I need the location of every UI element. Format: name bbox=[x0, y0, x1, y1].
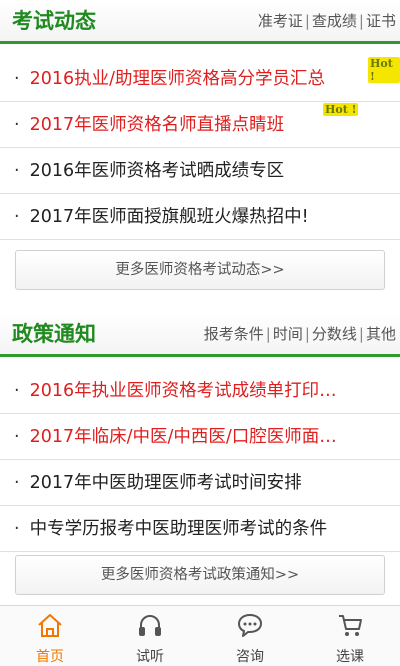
policy-item-1[interactable]: · 2016年执业医师资格考试成绩单打印… bbox=[0, 368, 400, 414]
policy-item-3[interactable]: · 2017年中医助理医师考试时间安排 bbox=[0, 460, 400, 506]
news-item-text: 2016年医师资格考试晒成绩专区 bbox=[29, 161, 285, 181]
tab-audition-label: 试听 bbox=[136, 649, 164, 665]
exam-news-item-1[interactable]: · 2016执业/助理医师资格高分学员汇总 bbox=[0, 56, 400, 102]
exam-news-links: 准考证 | 查成绩 | 证书 bbox=[257, 12, 396, 30]
news-item-text: 2017年医师资格名师直播点睛班 bbox=[29, 115, 285, 135]
tab-home[interactable]: 首页 bbox=[0, 606, 100, 666]
cart-icon bbox=[339, 615, 362, 636]
tab-select-course[interactable]: 选课 bbox=[300, 606, 400, 666]
exam-news-title: 考试动态 bbox=[12, 9, 96, 33]
policy-item-2[interactable]: · 2017年临床/中医/中西医/口腔医师面… bbox=[0, 414, 400, 460]
policy-title: 政策通知 bbox=[12, 322, 96, 346]
hot-badge: Hot ! bbox=[368, 57, 400, 83]
news-item-text: 2017年医师面授旗舰班火爆热招中! bbox=[29, 207, 309, 227]
home-icon bbox=[38, 614, 62, 637]
news-item-text: 中专学历报考中医助理医师考试的条件 bbox=[29, 519, 328, 539]
tab-audition[interactable]: 试听 bbox=[100, 606, 200, 666]
chat-icon bbox=[238, 614, 262, 637]
tab-consult[interactable]: 咨询 bbox=[200, 606, 300, 666]
link-other[interactable]: 其他 bbox=[366, 325, 396, 343]
link-eligibility[interactable]: 报考条件 bbox=[204, 325, 264, 343]
policy-header: 政策通知 报考条件 | 时间 | 分数线 | 其他 bbox=[0, 313, 400, 357]
news-item-text: 2017年中医助理医师考试时间安排 bbox=[29, 473, 302, 493]
news-item-text: 2016执业/助理医师资格高分学员汇总 bbox=[29, 69, 326, 89]
link-admission-ticket[interactable]: 准考证 bbox=[258, 12, 303, 30]
news-item-text: 2017年临床/中医/中西医/口腔医师面… bbox=[29, 427, 337, 447]
bottom-tab-bar: 首页 试听 咨询 选课 bbox=[0, 605, 400, 666]
link-certificate[interactable]: 证书 bbox=[366, 12, 396, 30]
link-schedule[interactable]: 时间 bbox=[273, 325, 303, 343]
policy-item-4[interactable]: · 中专学历报考中医助理医师考试的条件 bbox=[0, 506, 400, 552]
tab-consult-label: 咨询 bbox=[236, 649, 264, 665]
policy-links: 报考条件 | 时间 | 分数线 | 其他 bbox=[203, 325, 396, 343]
exam-news-header: 考试动态 准考证 | 查成绩 | 证书 bbox=[0, 0, 400, 44]
hot-badge: Hot ! bbox=[323, 103, 359, 116]
more-policy-button[interactable]: 更多医师资格考试政策通知>> bbox=[15, 555, 385, 595]
headphones-icon bbox=[139, 615, 161, 636]
tab-home-label: 首页 bbox=[36, 649, 64, 665]
exam-news-item-3[interactable]: · 2016年医师资格考试晒成绩专区 bbox=[0, 148, 400, 194]
link-score-line[interactable]: 分数线 bbox=[312, 325, 357, 343]
link-check-scores[interactable]: 查成绩 bbox=[312, 12, 357, 30]
news-item-text: 2016年执业医师资格考试成绩单打印… bbox=[29, 381, 337, 401]
more-exam-news-button[interactable]: 更多医师资格考试动态>> bbox=[15, 250, 385, 290]
exam-news-item-4[interactable]: · 2017年医师面授旗舰班火爆热招中! bbox=[0, 194, 400, 240]
tab-select-course-label: 选课 bbox=[336, 649, 364, 665]
